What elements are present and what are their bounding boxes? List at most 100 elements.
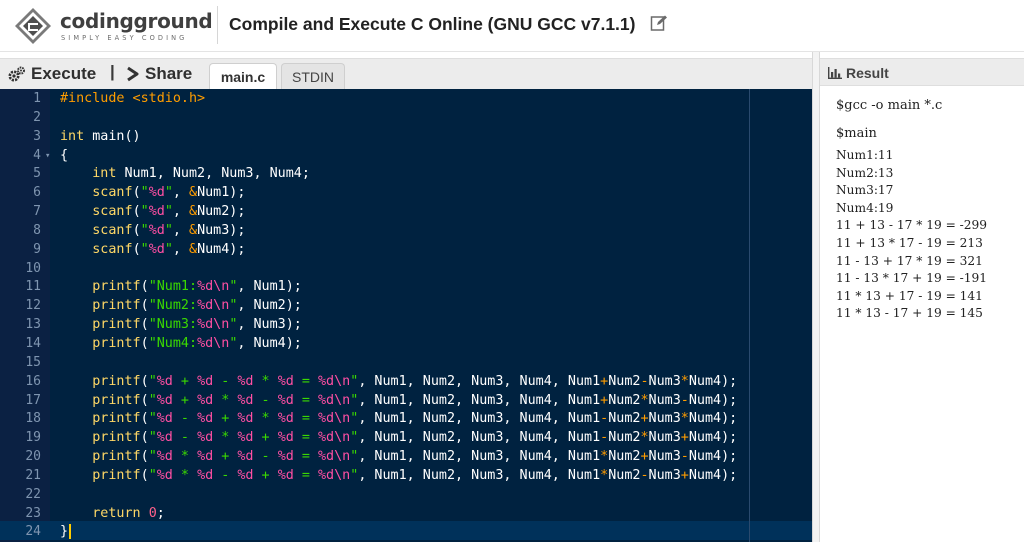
code-token: , Num4);: [237, 335, 302, 351]
code-line[interactable]: 16 printf("%d + %d - %d * %d = %d\n", Nu…: [0, 373, 812, 392]
code-token: scanf: [92, 185, 133, 201]
code-line[interactable]: 19 printf("%d - %d * %d + %d = %d\n", Nu…: [0, 429, 812, 448]
tab-stdin[interactable]: STDIN: [281, 63, 345, 90]
code-token: %d\n: [318, 467, 351, 483]
edit-icon[interactable]: [650, 14, 668, 32]
code-token: *: [213, 392, 238, 408]
pane-splitter[interactable]: [812, 52, 820, 542]
code-token: *: [253, 373, 278, 389]
code-line[interactable]: 23 return 0;: [0, 505, 812, 524]
chevron-right-icon: [127, 66, 139, 82]
code-token: 0: [148, 505, 157, 521]
code-line[interactable]: 24}: [0, 523, 812, 542]
code-line[interactable]: 4 ▾ {: [0, 147, 812, 166]
code-token: ": [148, 392, 157, 408]
code-lines[interactable]: 1 #include <stdio.h> 2 3 int main() 4 ▾{5 int …: [0, 90, 812, 542]
code-text: printf("%d + %d * %d - %d = %d\n", Num1,…: [60, 392, 737, 411]
code-line[interactable]: 10: [0, 260, 812, 279]
line-number: 1: [33, 91, 41, 106]
code-text: printf("%d - %d * %d + %d = %d\n", Num1,…: [60, 429, 737, 448]
output-line: Num2:13: [836, 165, 894, 180]
code-token: %d\n: [197, 298, 230, 314]
fold-arrow-icon[interactable]: ▾: [45, 147, 50, 166]
code-token: "Num2:: [148, 298, 198, 314]
code-token: -: [213, 373, 238, 389]
code-text: {: [60, 147, 68, 166]
code-line[interactable]: 18 printf("%d - %d + %d * %d = %d\n", Nu…: [0, 410, 812, 429]
code-line[interactable]: 8 scanf("%d", &Num3);: [0, 222, 812, 241]
code-token: (: [140, 317, 149, 333]
code-token: "Num1:: [148, 279, 198, 295]
code-line[interactable]: 20 printf("%d * %d + %d - %d = %d\n", Nu…: [0, 448, 812, 467]
code-token: Num3: [648, 373, 681, 389]
code-text: scanf("%d", &Num4);: [60, 241, 245, 260]
code-token: Num4);: [688, 449, 738, 465]
code-token: -: [640, 373, 649, 389]
code-token: ": [148, 411, 157, 427]
code-editor[interactable]: 1 #include <stdio.h> 2 3 int main() 4 ▾{5 int …: [0, 89, 812, 542]
code-token: main(): [84, 128, 141, 144]
code-token: Num3: [648, 392, 681, 408]
code-line[interactable]: 14 printf("Num4:%d\n", Num4);: [0, 335, 812, 354]
code-token: %d\n: [197, 317, 230, 333]
line-number: 23: [25, 505, 41, 521]
output-line: Num1:11: [836, 148, 894, 162]
line-number: 8: [33, 222, 41, 238]
code-line[interactable]: 15: [0, 354, 812, 373]
share-button[interactable]: Share: [126, 61, 192, 87]
code-line[interactable]: 12 printf("Num2:%d\n", Num2);: [0, 297, 812, 316]
program-output: Num1:11 Num2:13 Num3:17 Num4:19 11 + 13 - 17…: [836, 147, 1022, 323]
code-token: &: [189, 204, 198, 220]
code-token: =: [293, 449, 318, 465]
execute-button[interactable]: Execute: [8, 61, 96, 87]
code-line[interactable]: 9 scanf("%d", &Num4);: [0, 241, 812, 260]
code-line[interactable]: 17 printf("%d + %d * %d - %d = %d\n", Nu…: [0, 392, 812, 411]
code-token: %d: [148, 204, 165, 220]
code-token: %d\n: [197, 335, 230, 351]
tab-main-c[interactable]: main.c: [209, 63, 277, 90]
code-token: Num2: [608, 373, 641, 389]
code-token: %d\n: [318, 392, 351, 408]
header-bar: codingground SIMPLY EASY CODING Compile …: [0, 0, 1024, 52]
code-line[interactable]: 22: [0, 486, 812, 505]
code-token: =: [293, 392, 318, 408]
code-token: %d: [277, 411, 294, 427]
code-line[interactable]: 3 int main(): [0, 128, 812, 147]
code-token: printf: [92, 392, 141, 408]
code-token: %d: [237, 449, 254, 465]
code-token: %d: [277, 449, 294, 465]
output-line: 11 * 13 - 17 + 19 = 145: [836, 306, 983, 321]
code-token: (: [140, 411, 149, 427]
code-token: %d: [197, 430, 214, 446]
code-token: ,: [172, 222, 189, 238]
code-line[interactable]: 11 printf("Num1:%d\n", Num1);: [0, 278, 812, 297]
code-token: %d: [197, 373, 214, 389]
code-line[interactable]: 5 int Num1, Num2, Num3, Num4;: [0, 165, 812, 184]
code-token: ": [140, 185, 149, 201]
line-number: 19: [25, 430, 41, 446]
code-token: , Num1, Num2, Num3, Num4, Num1: [358, 467, 601, 483]
share-label: Share: [145, 64, 193, 83]
code-token: printf: [92, 430, 141, 446]
text-cursor: [69, 523, 72, 539]
code-line[interactable]: 2: [0, 109, 812, 128]
code-text: printf("Num2:%d\n", Num2);: [60, 297, 302, 316]
code-line[interactable]: 1 #include <stdio.h>: [0, 90, 812, 109]
page-title: Compile and Execute C Online (GNU GCC v7…: [229, 14, 636, 34]
code-text: printf("Num3:%d\n", Num3);: [60, 316, 302, 335]
code-token: %d: [277, 392, 294, 408]
code-line[interactable]: 6 scanf("%d", &Num1);: [0, 184, 812, 203]
code-token: , Num1, Num2, Num3, Num4, Num1: [358, 373, 601, 389]
code-line[interactable]: 13 printf("Num3:%d\n", Num3);: [0, 316, 812, 335]
code-line[interactable]: 21 printf("%d * %d - %d + %d = %d\n", Nu…: [0, 467, 812, 486]
code-line[interactable]: 7 scanf("%d", &Num2);: [0, 203, 812, 222]
code-token: %d: [156, 449, 173, 465]
site-logo[interactable]: codingground SIMPLY EASY CODING: [14, 5, 214, 47]
code-token: return: [92, 505, 141, 521]
